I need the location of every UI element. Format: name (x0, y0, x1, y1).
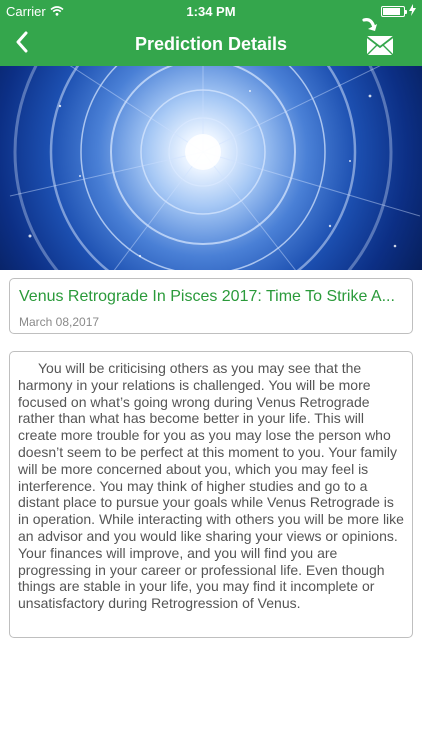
mail-share-icon (358, 18, 398, 66)
app-header: Carrier 1:34 PM Prediction Details (0, 0, 422, 66)
back-button[interactable] (8, 28, 36, 60)
navigation-bar: Prediction Details (0, 18, 422, 66)
prediction-title-card: Venus Retrograde In Pisces 2017: Time To… (9, 278, 413, 334)
chevron-left-icon (15, 31, 29, 58)
page-title: Prediction Details (134, 34, 288, 54)
share-mail-button[interactable] (358, 16, 398, 60)
prediction-body-text: You will be criticising others as you ma… (18, 360, 404, 612)
prediction-date: March 08,2017 (19, 315, 100, 329)
charging-bolt-icon (409, 4, 416, 19)
prediction-hero-image (0, 66, 422, 270)
prediction-title: Venus Retrograde In Pisces 2017: Time To… (19, 288, 395, 305)
prediction-body-card: You will be criticising others as you ma… (9, 351, 413, 638)
